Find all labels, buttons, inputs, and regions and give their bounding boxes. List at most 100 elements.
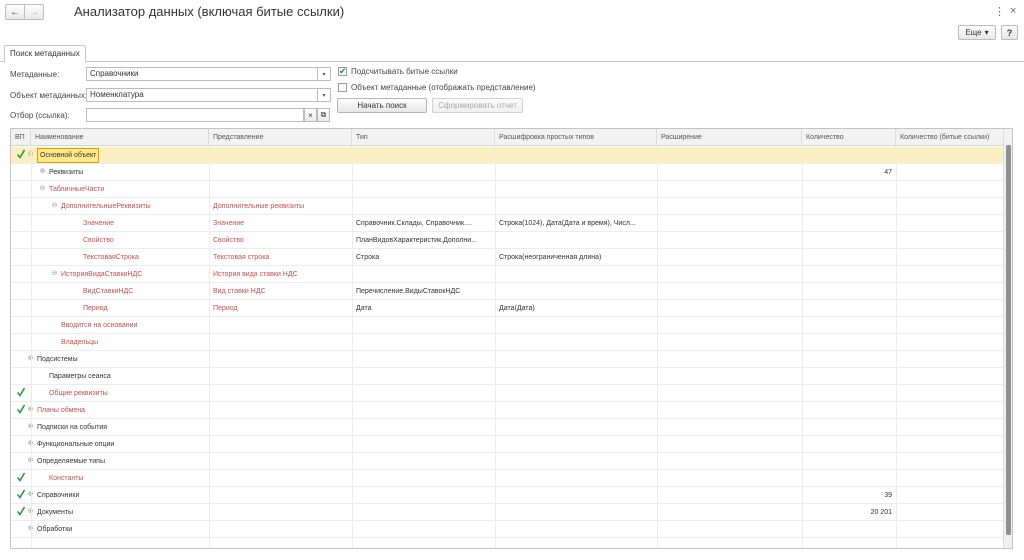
chevron-down-icon[interactable]: ▾ bbox=[318, 88, 331, 102]
more-button[interactable]: Еще ▾ bbox=[958, 25, 996, 40]
table-row[interactable]: ⊕ Реквизиты 47 bbox=[11, 164, 1004, 181]
col-name[interactable]: Наименование bbox=[31, 129, 209, 146]
table-row[interactable]: Значение Значение Справочник.Склады, Справ… bbox=[11, 215, 1004, 232]
expand-icon[interactable]: ⊕ bbox=[39, 168, 46, 176]
table-row[interactable]: Владельцы bbox=[11, 334, 1004, 351]
cell-name: Реквизиты bbox=[49, 169, 84, 176]
count-broken-label: Подсчитывать битые ссылки bbox=[351, 67, 458, 76]
build-report-button[interactable]: Сформировать отчет bbox=[432, 98, 523, 113]
table-row[interactable]: ⊕Планы обмена bbox=[11, 402, 1004, 419]
cell-count: 39 bbox=[884, 492, 892, 499]
chevron-down-icon[interactable]: ▾ bbox=[318, 67, 331, 81]
cell-type: Перечисление.ВидыСтавокНДС bbox=[356, 288, 461, 295]
show-presentation-label: Объект метаданные (отображать представле… bbox=[351, 83, 536, 92]
metadata-field[interactable]: Справочники bbox=[86, 67, 318, 81]
cell-name: Справочники bbox=[37, 492, 80, 499]
table-row[interactable]: Вводится на основании bbox=[11, 317, 1004, 334]
checkmark-icon bbox=[17, 149, 25, 159]
arrow-right-icon: → bbox=[29, 6, 39, 18]
col-presentation[interactable]: Представление bbox=[209, 129, 352, 146]
cell-name: Определяемые типы bbox=[37, 458, 106, 465]
cell-name: Планы обмена bbox=[37, 407, 86, 414]
cell-decode: Строка(1024), Дата(Дата и время), Числ..… bbox=[499, 220, 636, 227]
table-row[interactable]: ⊖ ДополнительныеРеквизиты Дополнительные р… bbox=[11, 198, 1004, 215]
forward-button[interactable]: → bbox=[24, 4, 44, 20]
collapse-icon[interactable]: ⊖ bbox=[39, 185, 46, 193]
table-row[interactable]: ⊖ ТабличныеЧасти bbox=[11, 181, 1004, 198]
table-row[interactable]: Период Период Дата Дата(Дата) bbox=[11, 300, 1004, 317]
collapse-icon[interactable]: ⊖ bbox=[51, 270, 58, 278]
cell-decode: Дата(Дата) bbox=[499, 305, 535, 312]
table-row[interactable]: ⊕Справочники39 bbox=[11, 487, 1004, 504]
metaobject-label: Объект метаданных: bbox=[10, 91, 88, 100]
title-bar: ← → Анализатор данных (включая битые ссы… bbox=[0, 0, 1024, 24]
metaobject-field[interactable]: Номенклатура bbox=[86, 88, 318, 102]
cell-presentation: Вид ставки НДС bbox=[213, 288, 266, 295]
help-button[interactable]: ? bbox=[1001, 25, 1018, 40]
table-row[interactable]: ⊕Подсистемы bbox=[11, 351, 1004, 368]
col-broken-count[interactable]: Количество (битые ссылки) bbox=[896, 129, 1004, 146]
table-row[interactable]: Общие реквизиты bbox=[11, 385, 1004, 402]
table-row[interactable]: ⊕Определяемые типы bbox=[11, 453, 1004, 470]
cell-name: Подсистемы bbox=[37, 356, 78, 363]
table-row[interactable]: Свойство Свойство ПланВидовХарактеристик.Д… bbox=[11, 232, 1004, 249]
close-icon[interactable]: × bbox=[1010, 5, 1016, 17]
table-row[interactable]: ⊕Функциональные опции bbox=[11, 436, 1004, 453]
col-vp[interactable]: ВП bbox=[11, 129, 31, 146]
checkmark-icon bbox=[17, 489, 25, 499]
chevron-down-icon: ▾ bbox=[984, 28, 989, 37]
cell-name: Свойство bbox=[83, 237, 114, 244]
cell-presentation: Период bbox=[213, 305, 238, 312]
checkmark-icon bbox=[17, 387, 25, 397]
cell-name: Константы bbox=[49, 475, 84, 482]
cell-presentation: Значение bbox=[213, 220, 245, 227]
filter-field[interactable] bbox=[86, 108, 304, 122]
cell-name: ТабличныеЧасти bbox=[49, 186, 105, 193]
cell-name: Вводится на основании bbox=[61, 322, 138, 329]
cell-name: Функциональные опции bbox=[37, 441, 115, 448]
col-extension[interactable]: Расширение bbox=[657, 129, 802, 146]
cell-name: ДополнительныеРеквизиты bbox=[61, 203, 151, 210]
cell-name: ТекстоваяСтрока bbox=[83, 254, 139, 261]
col-decode[interactable]: Расшифровка простых типов bbox=[495, 129, 657, 146]
table-row[interactable]: ТекстоваяСтрока Текстовая строка Строка Стр… bbox=[11, 249, 1004, 266]
tab-metadata-search[interactable]: Поиск метаданных bbox=[4, 45, 86, 63]
clear-icon[interactable]: × bbox=[304, 108, 317, 122]
table-row[interactable]: ⊖Основной объект bbox=[11, 147, 1004, 164]
scrollbar-thumb[interactable] bbox=[1006, 145, 1011, 535]
window-menu-icon[interactable]: ⋮ bbox=[994, 5, 1005, 18]
cell-type: ПланВидовХарактеристик.Дополни... bbox=[356, 237, 478, 244]
back-button[interactable]: ← bbox=[5, 4, 25, 20]
start-search-button[interactable]: Начать поиск bbox=[337, 98, 427, 113]
metadata-table[interactable]: ВП Наименование Представление Тип Расшиф… bbox=[10, 128, 1013, 549]
table-row[interactable]: ⊕Подписки на события bbox=[11, 419, 1004, 436]
cell-type: Дата bbox=[356, 305, 372, 312]
cell-presentation: Дополнительные реквизиты bbox=[213, 203, 305, 210]
count-broken-checkbox[interactable]: ✔ bbox=[338, 67, 347, 76]
filter-label: Отбор (ссылка): bbox=[10, 111, 70, 120]
cell-presentation: Текстовая строка bbox=[213, 254, 270, 261]
checkmark-icon bbox=[17, 506, 25, 516]
cell-name: Документы bbox=[37, 509, 74, 516]
vertical-scrollbar[interactable] bbox=[1003, 145, 1012, 548]
col-count[interactable]: Количество bbox=[802, 129, 896, 146]
collapse-icon[interactable]: ⊖ bbox=[51, 202, 58, 210]
table-header: ВП Наименование Представление Тип Расшиф… bbox=[11, 129, 1012, 146]
cell-name[interactable]: Основной объект bbox=[37, 148, 100, 163]
cell-name: Значение bbox=[83, 220, 115, 227]
cell-name: ВидСтавкиНДС bbox=[83, 288, 134, 295]
table-row[interactable]: ⊕Документы20 201 bbox=[11, 504, 1004, 521]
table-row[interactable]: ⊖ ИсторияВидаСтавкиНДС История вида ставки… bbox=[11, 266, 1004, 283]
cell-name: Обработки bbox=[37, 526, 73, 533]
table-row[interactable]: Параметры сеанса bbox=[11, 368, 1004, 385]
cell-type: Справочник.Склады, Справочник.... bbox=[356, 220, 472, 227]
show-presentation-checkbox[interactable] bbox=[338, 83, 347, 92]
open-icon[interactable]: ⧉ bbox=[317, 108, 330, 122]
arrow-left-icon: ← bbox=[10, 6, 20, 18]
tab-strip: Поиск метаданных bbox=[0, 45, 1024, 63]
table-row[interactable]: Константы bbox=[11, 470, 1004, 487]
col-type[interactable]: Тип bbox=[352, 129, 495, 146]
cell-name: Параметры сеанса bbox=[49, 373, 111, 380]
table-row[interactable]: ⊕Обработки bbox=[11, 521, 1004, 538]
table-row[interactable]: ВидСтавкиНДС Вид ставки НДС Перечисление.В… bbox=[11, 283, 1004, 300]
